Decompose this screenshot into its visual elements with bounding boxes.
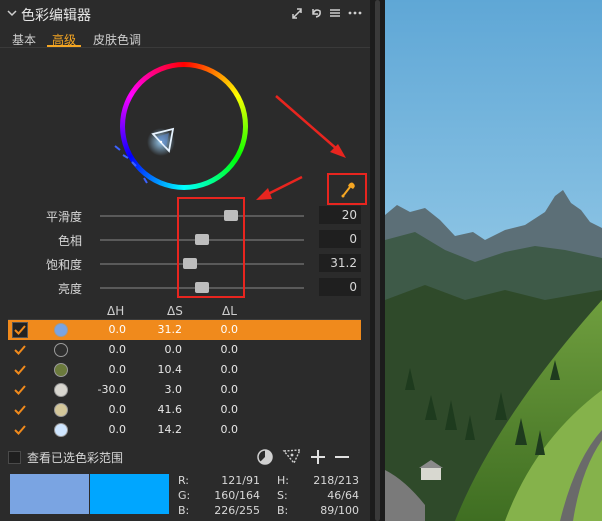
table-body: 0.0 31.2 0.0 0.0 0.0 0.0 0.0 10.4 0.0 -30.0 3.0 0.0… — [8, 320, 361, 440]
r-value: 121/91 — [221, 474, 260, 487]
row-checkbox[interactable] — [14, 424, 26, 436]
rgb-readout: R: 121/91 G: 160/164 B: 226/255 — [178, 474, 268, 519]
before-color-swatch — [10, 474, 89, 514]
row-color-swatch[interactable] — [54, 403, 68, 417]
h-label: H: — [277, 474, 289, 487]
view-range-checkbox[interactable] — [8, 451, 21, 464]
table-row[interactable]: 0.0 31.2 0.0 — [8, 320, 361, 340]
slider-label-hue: 色相 — [57, 234, 82, 248]
g-label: G: — [178, 489, 191, 502]
row-color-swatch[interactable] — [54, 323, 68, 337]
slider-value-hue[interactable]: 0 — [319, 230, 361, 248]
remove-icon[interactable] — [334, 448, 350, 466]
view-range-label: 查看已选色彩范围 — [27, 451, 124, 465]
b-value: 226/255 — [214, 504, 260, 517]
hsb-readout: H: 218/213 S: 46/64 B: 89/100 — [277, 474, 361, 519]
cell-dh: -30.0 — [97, 383, 126, 396]
header-delta-s: ΔS — [167, 304, 183, 318]
header-delta-l: ΔL — [222, 304, 237, 318]
tab-skin-tone[interactable]: 皮肤色调 — [93, 31, 141, 48]
annotation-arrow-sliders — [256, 175, 303, 200]
eyedropper-button[interactable] — [327, 173, 367, 205]
scrollbar-thumb[interactable] — [375, 0, 380, 521]
cell-ds: 0.0 — [164, 343, 183, 356]
s-label: S: — [277, 489, 288, 502]
reset-icon[interactable] — [310, 6, 322, 20]
color-range-table: ΔH ΔS ΔL 0.0 31.2 0.0 0.0 0.0 0.0 0.0 10.4 0.0 -3… — [8, 302, 361, 440]
row-checkbox[interactable] — [14, 344, 26, 356]
cell-dh: 0.0 — [108, 323, 127, 336]
panel-titlebar: 色彩编辑器 — [0, 0, 370, 28]
cell-ds: 10.4 — [157, 363, 183, 376]
slider-value-saturation[interactable]: 31.2 — [319, 254, 361, 272]
more-icon[interactable] — [348, 6, 362, 20]
cell-dl: 0.0 — [220, 423, 239, 436]
after-color-swatch — [90, 474, 169, 514]
cell-dl: 0.0 — [220, 323, 239, 336]
s-value: 46/64 — [327, 489, 359, 502]
table-row[interactable]: 0.0 0.0 0.0 — [8, 340, 361, 360]
active-tab-indicator — [47, 45, 81, 47]
slider-value-lightness[interactable]: 0 — [319, 278, 361, 296]
row-color-swatch[interactable] — [54, 423, 68, 437]
cell-ds: 14.2 — [157, 423, 183, 436]
table-row[interactable]: 0.0 10.4 0.0 — [8, 360, 361, 380]
cell-ds: 41.6 — [157, 403, 183, 416]
color-editor-panel: 色彩编辑器 基本 高级 皮肤色调 平滑度 20 色相 0 饱和度 31.2 亮度… — [0, 0, 370, 521]
row-color-swatch[interactable] — [54, 383, 68, 397]
slider-label-smoothness: 平滑度 — [45, 210, 82, 224]
cell-dl: 0.0 — [220, 403, 239, 416]
expand-icon[interactable] — [291, 6, 303, 20]
cell-dh: 0.0 — [108, 363, 127, 376]
annotation-arrow-eyedropper — [275, 95, 346, 158]
row-checkbox[interactable] — [14, 364, 26, 376]
menu-icon[interactable] — [329, 6, 341, 20]
slider-label-saturation: 饱和度 — [45, 258, 82, 272]
tab-basic[interactable]: 基本 — [12, 31, 36, 48]
bottom-toolbar: 查看已选色彩范围 — [0, 446, 370, 468]
row-checkbox[interactable] — [12, 322, 28, 338]
row-checkbox[interactable] — [14, 404, 26, 416]
color-selection-marker[interactable] — [145, 124, 185, 164]
cell-dl: 0.0 — [220, 363, 239, 376]
add-icon[interactable] — [310, 448, 326, 466]
image-preview[interactable] — [385, 0, 602, 521]
table-row[interactable]: 0.0 14.2 0.0 — [8, 420, 361, 440]
brightness-label: B: — [277, 504, 289, 517]
cell-dl: 0.0 — [220, 383, 239, 396]
landscape-photo — [385, 0, 602, 521]
row-color-swatch[interactable] — [54, 343, 68, 357]
cell-ds: 3.0 — [164, 383, 183, 396]
title-toolbar — [291, 6, 362, 20]
header-delta-h: ΔH — [107, 304, 125, 318]
pie-view-icon[interactable] — [256, 448, 274, 466]
panel-scrollbar[interactable] — [370, 0, 385, 521]
cell-dh: 0.0 — [108, 403, 127, 416]
slider-value-smoothness[interactable]: 20 — [319, 206, 361, 224]
brightness-value: 89/100 — [320, 504, 359, 517]
collapse-chevron-icon[interactable] — [7, 8, 17, 18]
editor-tabs: 基本 高级 皮肤色调 — [0, 28, 370, 48]
row-color-swatch[interactable] — [54, 363, 68, 377]
range-tools — [256, 448, 350, 466]
h-value: 218/213 — [313, 474, 359, 487]
annotation-box-sliders — [177, 197, 245, 298]
b-label: B: — [178, 504, 190, 517]
cell-ds: 31.2 — [157, 323, 183, 336]
slider-label-lightness: 亮度 — [57, 282, 82, 296]
eyedropper-icon — [341, 182, 355, 198]
cell-dh: 0.0 — [108, 343, 127, 356]
cell-dh: 0.0 — [108, 423, 127, 436]
range-selector-icon[interactable] — [282, 448, 302, 466]
table-row[interactable]: -30.0 3.0 0.0 — [8, 380, 361, 400]
row-checkbox[interactable] — [14, 384, 26, 396]
panel-title: 色彩编辑器 — [21, 8, 91, 24]
table-row[interactable]: 0.0 41.6 0.0 — [8, 400, 361, 420]
table-header: ΔH ΔS ΔL — [8, 302, 361, 320]
r-label: R: — [178, 474, 190, 487]
g-value: 160/164 — [214, 489, 260, 502]
cell-dl: 0.0 — [220, 343, 239, 356]
